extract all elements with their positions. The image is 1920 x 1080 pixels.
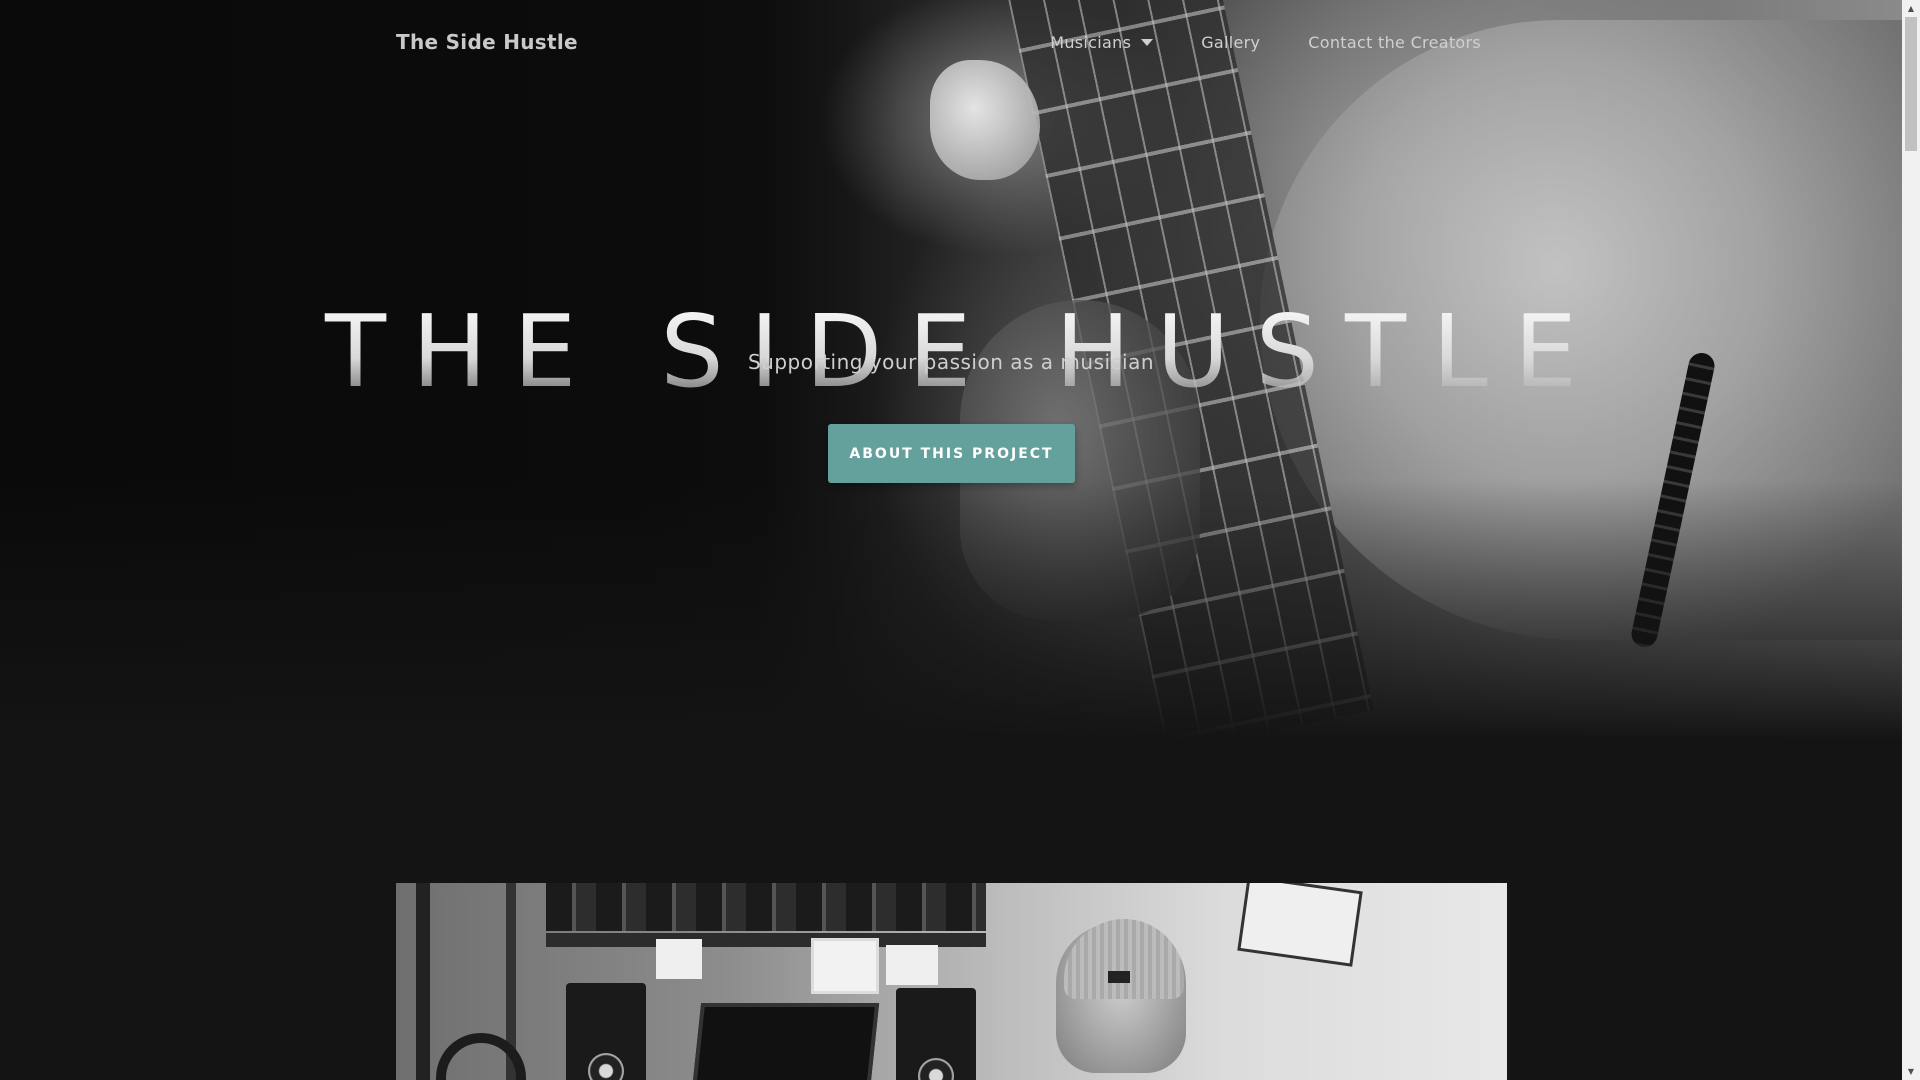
studio-note-shape	[886, 945, 938, 985]
speaker-cone	[918, 1058, 954, 1080]
studio-shelf-items	[546, 883, 986, 931]
studio-photo	[396, 883, 1507, 1080]
studio-note-shape	[656, 939, 702, 979]
page-viewport: The Side Hustle Musicians Gallery Contac…	[0, 0, 1902, 1080]
nav-item-contact-the-creators[interactable]: Contact the Creators	[1308, 33, 1481, 52]
nav-item-label: Contact the Creators	[1308, 33, 1481, 52]
caret-down-icon	[1141, 39, 1154, 46]
studio-speaker-left	[566, 983, 646, 1080]
nav-item-musicians[interactable]: Musicians	[1050, 33, 1154, 52]
studio-photo-frame	[811, 938, 879, 994]
speaker-cone	[588, 1053, 624, 1080]
studio-speaker-right	[896, 988, 976, 1080]
navbar-menu: Musicians Gallery Contact the Creators	[1002, 33, 1481, 52]
studio-wall-tag	[1237, 883, 1363, 967]
nav-item-label: Gallery	[1201, 33, 1261, 52]
studio-beanie-tag	[1108, 971, 1130, 983]
navbar-brand-link[interactable]: The Side Hustle	[396, 30, 578, 54]
hero-bottom-fade	[0, 480, 1902, 740]
hero-subtitle: Supporting your passion as a musician	[747, 350, 1155, 374]
vertical-scrollbar[interactable]: ▲ ▼	[1902, 0, 1920, 1080]
studio-laptop	[690, 1003, 880, 1080]
nav-item-gallery[interactable]: Gallery	[1201, 33, 1260, 52]
hero-pick-shape	[930, 60, 1040, 180]
scroll-up-arrow-icon[interactable]: ▲	[1902, 0, 1920, 17]
studio-person-beanie	[1064, 919, 1184, 999]
scrollbar-thumb[interactable]	[1905, 17, 1917, 151]
studio-stand-shape	[416, 883, 430, 1080]
scroll-down-arrow-icon[interactable]: ▼	[1902, 1063, 1920, 1080]
about-project-button[interactable]: ABOUT THIS PROJECT	[828, 424, 1075, 483]
nav-item-label: Musicians	[1050, 33, 1132, 52]
